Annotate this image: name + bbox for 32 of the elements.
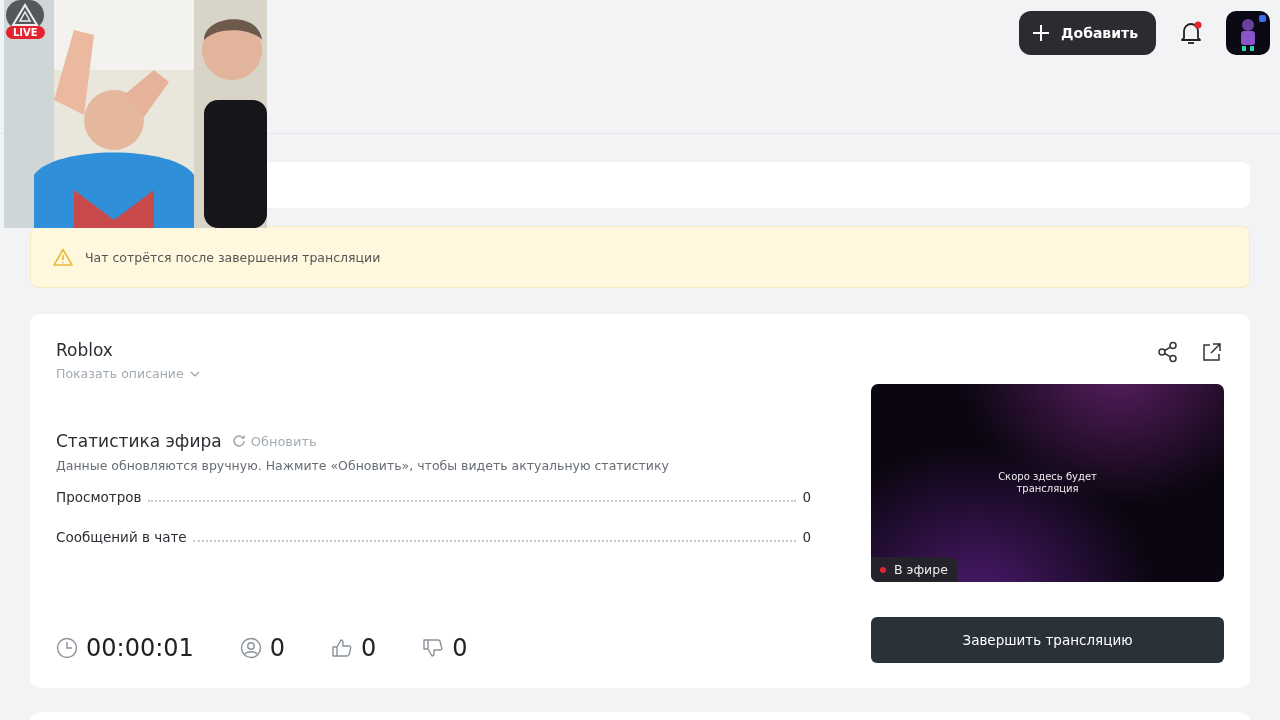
- live-status-text: В эфире: [894, 562, 948, 577]
- stat-value: 0: [802, 489, 811, 505]
- warning-text: Чат сотрётся после завершения трансляции: [85, 249, 381, 265]
- share-icon: [1157, 341, 1179, 363]
- open-external-button[interactable]: [1200, 340, 1224, 364]
- clock-icon: [56, 637, 78, 659]
- stat-label: Просмотров: [56, 489, 142, 505]
- stats-hint: Данные обновляются вручную. Нажмите «Обновить», чтобы видеть актуальную статистику: [56, 458, 670, 473]
- user-icon: [239, 637, 262, 659]
- add-button[interactable]: Добавить: [1019, 11, 1156, 55]
- counter-value: 0: [361, 634, 377, 662]
- avatar[interactable]: [1226, 11, 1270, 55]
- thumbs-down-icon: [422, 637, 445, 659]
- preview-message: Скоро здесь будет трансляция: [997, 470, 1098, 496]
- share-button[interactable]: [1156, 340, 1180, 364]
- live-badge: LIVE: [6, 26, 45, 39]
- thumbs-up-icon: [331, 637, 354, 659]
- bell-icon: [1178, 20, 1204, 46]
- chevron-icon: [189, 370, 200, 377]
- end-stream-button[interactable]: Завершить трансляцию: [871, 617, 1224, 663]
- counter-value: 0: [452, 634, 468, 662]
- external-link-icon: [1201, 341, 1223, 363]
- refresh-icon: [231, 434, 246, 448]
- plus-icon: [1031, 23, 1052, 43]
- counter-value: 0: [269, 634, 286, 662]
- stat-value: 0: [802, 529, 811, 545]
- stats-title: Статистика эфира: [56, 431, 222, 451]
- counter-value: 00:00:01: [86, 634, 194, 662]
- stat-label: Сообщений в чате: [56, 529, 187, 545]
- stream-title: Roblox: [56, 340, 114, 360]
- notification-button[interactable]: [1178, 20, 1204, 46]
- warning-icon: [53, 248, 73, 266]
